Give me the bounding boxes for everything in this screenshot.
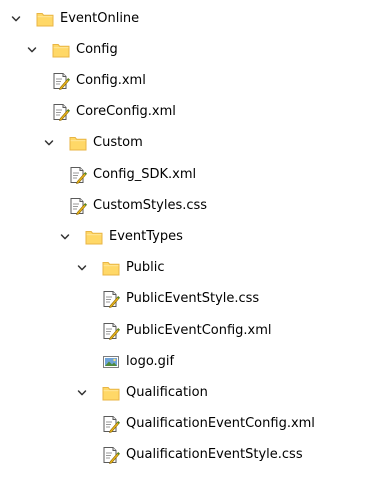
tree-item-publiceventconfig-xml[interactable]: PublicEventConfig.xml <box>102 320 272 342</box>
folder-icon <box>36 11 54 27</box>
tree-item-label: EventTypes <box>109 229 183 244</box>
tree-item-config[interactable]: Config <box>26 39 118 61</box>
xml-file-icon <box>102 322 120 340</box>
tree-item-coreconfig-xml[interactable]: CoreConfig.xml <box>52 101 176 123</box>
tree-item-label: Public <box>126 260 165 275</box>
tree-item-label: Custom <box>93 135 143 150</box>
tree-item-label: QualificationEventConfig.xml <box>126 416 315 431</box>
tree-item-public[interactable]: Public <box>76 257 164 279</box>
folder-icon <box>102 385 120 401</box>
css-file-icon <box>102 446 120 464</box>
folder-icon <box>52 42 70 58</box>
css-file-icon <box>69 197 87 215</box>
xml-file-icon <box>69 166 87 184</box>
folder-icon <box>102 260 120 276</box>
chevron-down-icon[interactable] <box>59 231 71 243</box>
tree-item-config-sdk-xml[interactable]: Config_SDK.xml <box>69 164 196 186</box>
tree-item-custom[interactable]: Custom <box>43 132 143 154</box>
tree-item-qualificationeventconfig-xml[interactable]: QualificationEventConfig.xml <box>102 413 315 435</box>
tree-item-label: QualificationEventStyle.css <box>126 447 303 462</box>
tree-item-label: CustomStyles.css <box>93 198 208 213</box>
tree-item-label: Config_SDK.xml <box>93 167 197 182</box>
tree-item-label: EventOnline <box>60 11 140 26</box>
tree-item-label: Config <box>76 42 118 57</box>
tree-item-publiceventstyle-css[interactable]: PublicEventStyle.css <box>102 288 259 310</box>
tree-item-qualification[interactable]: Qualification <box>76 382 208 404</box>
tree-item-config-xml[interactable]: Config.xml <box>52 70 146 92</box>
tree-item-qualificationeventstyle-css[interactable]: QualificationEventStyle.css <box>102 444 303 466</box>
image-file-icon <box>102 353 120 371</box>
folder-icon <box>85 229 103 245</box>
tree-item-label: Config.xml <box>76 73 146 88</box>
folder-icon <box>69 135 87 151</box>
file-tree: EventOnline Config Config.xml CoreConfig.xm… <box>0 0 369 478</box>
xml-file-icon <box>52 72 70 90</box>
css-file-icon <box>102 290 120 308</box>
tree-item-eventonline[interactable]: EventOnline <box>10 8 139 30</box>
tree-item-label: PublicEventConfig.xml <box>126 323 272 338</box>
tree-item-logo-gif[interactable]: logo.gif <box>102 351 174 373</box>
chevron-down-icon[interactable] <box>43 137 55 149</box>
chevron-down-icon[interactable] <box>76 262 88 274</box>
xml-file-icon <box>52 103 70 121</box>
tree-item-label: CoreConfig.xml <box>76 104 176 119</box>
tree-item-eventtypes[interactable]: EventTypes <box>59 226 183 248</box>
chevron-down-icon[interactable] <box>10 13 22 25</box>
xml-file-icon <box>102 415 120 433</box>
tree-item-customstyles-css[interactable]: CustomStyles.css <box>69 195 207 217</box>
chevron-down-icon[interactable] <box>26 44 38 56</box>
tree-item-label: PublicEventStyle.css <box>126 291 260 306</box>
tree-item-label: logo.gif <box>126 354 175 369</box>
tree-item-label: Qualification <box>126 385 208 400</box>
chevron-down-icon[interactable] <box>76 387 88 399</box>
